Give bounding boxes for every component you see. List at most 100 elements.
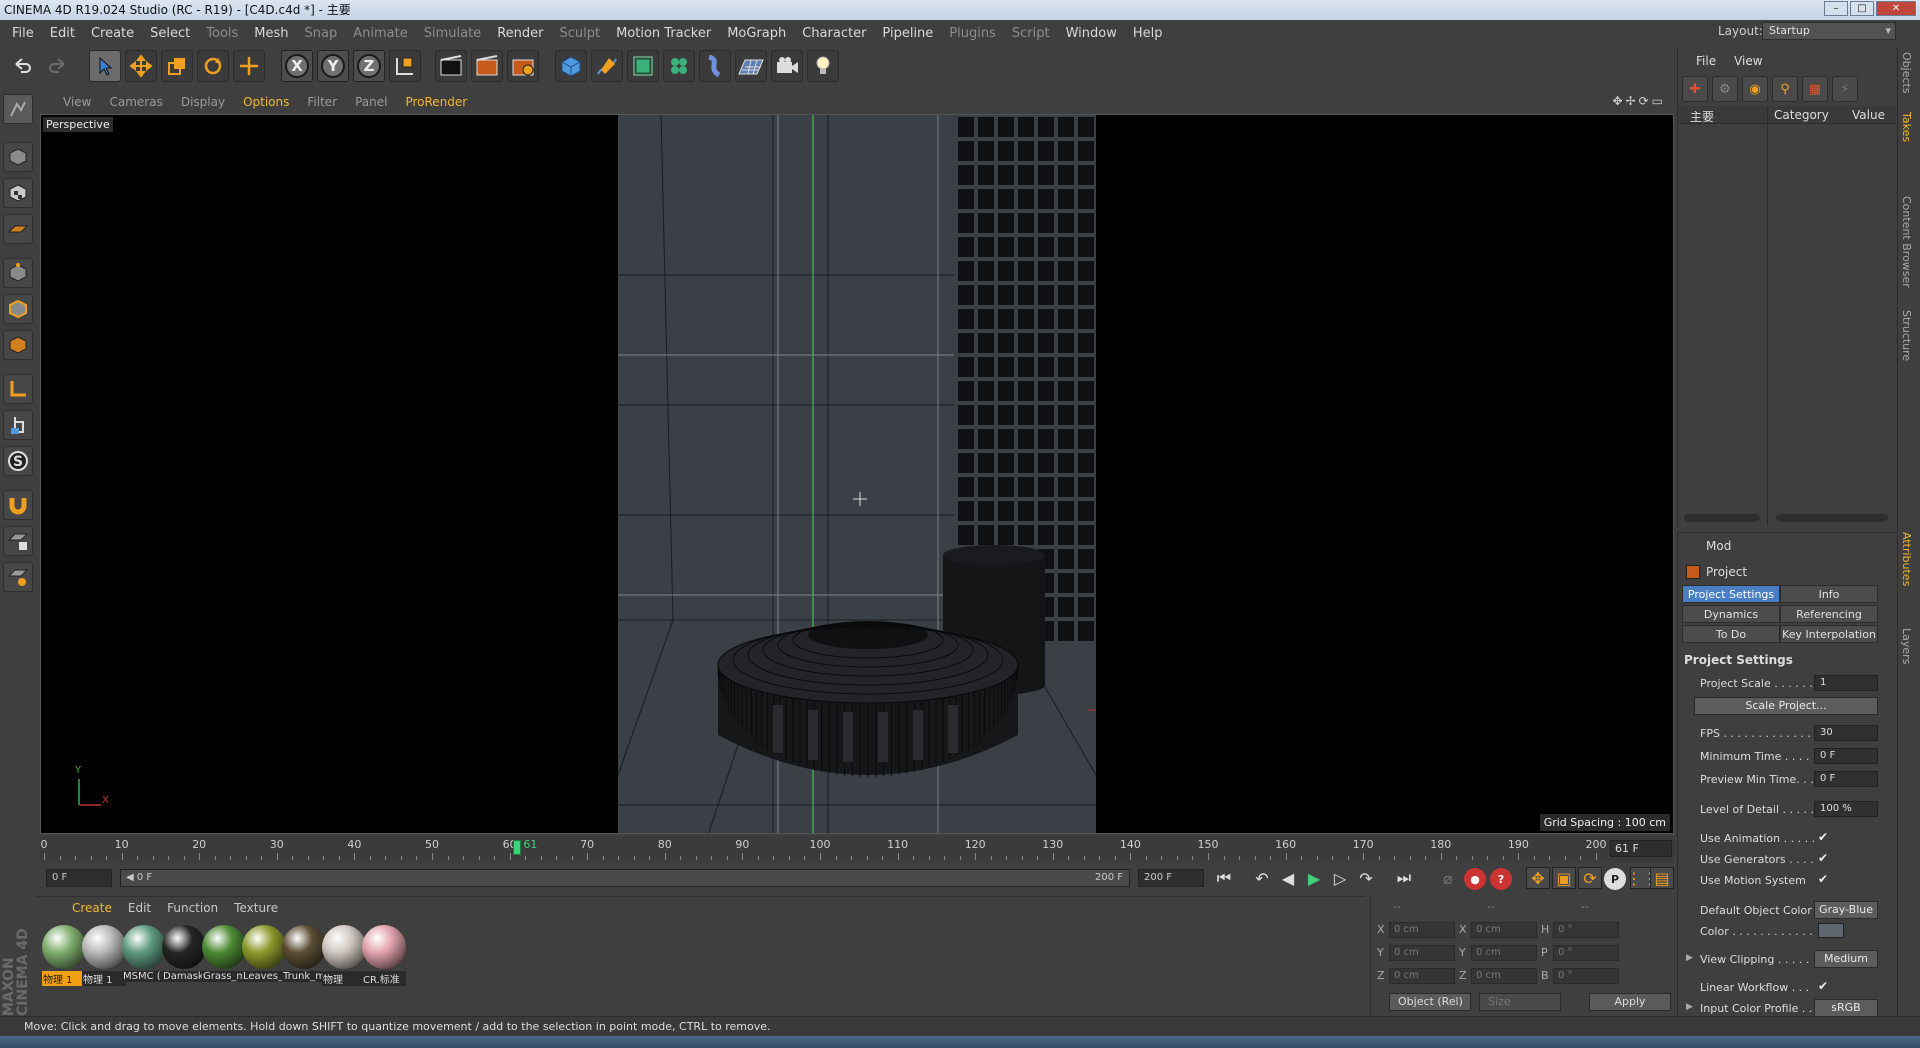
menu-mograph[interactable]: MoGraph	[719, 26, 794, 41]
render-take-icon[interactable]: ▦	[1802, 76, 1828, 102]
material-item[interactable]: 物理	[322, 925, 366, 986]
om-column-divider[interactable]	[1767, 106, 1768, 526]
attr-tab-key-interpolation[interactable]: Key Interpolation	[1780, 625, 1878, 643]
viewport-menu-filter[interactable]: Filter	[298, 95, 346, 109]
viewport-menu-cameras[interactable]: Cameras	[100, 95, 171, 109]
menu-edit[interactable]: Edit	[42, 26, 83, 41]
side-tab-structure[interactable]: Structure	[1900, 310, 1913, 361]
key-rotation-icon[interactable]: ⟳	[1578, 867, 1602, 889]
attr-tab-info[interactable]: Info	[1780, 585, 1878, 603]
coordinate-system-icon[interactable]	[389, 50, 421, 82]
timeline-playhead[interactable]	[513, 840, 522, 855]
material-item[interactable]: Leaves_	[242, 925, 286, 983]
viewport-3d[interactable]: Perspective Y X Grid Spacing: 100 cm	[40, 114, 1674, 834]
menu-motion-tracker[interactable]: Motion Tracker	[608, 26, 719, 41]
attr-tab-to-do[interactable]: To Do	[1682, 625, 1780, 643]
end-frame-field[interactable]: 200 F	[1138, 869, 1204, 887]
minimize-button[interactable]: –	[1824, 1, 1848, 16]
magnet-icon[interactable]	[3, 490, 33, 520]
material-menu-edit[interactable]: Edit	[120, 901, 159, 915]
render-picture-viewer-icon[interactable]	[471, 50, 503, 82]
render-view-icon[interactable]	[435, 50, 467, 82]
menu-animate[interactable]: Animate	[345, 26, 415, 41]
use-generators-checkbox[interactable]: ✔	[1818, 851, 1828, 865]
workplane-mode-icon[interactable]	[3, 214, 33, 244]
fps-field[interactable]: 30	[1814, 725, 1878, 741]
deformer-icon[interactable]	[699, 50, 731, 82]
timeline-ruler[interactable]: 0 10 20 30 40 50 60 70 80 90 100 110 120 130 140 150 160…	[40, 836, 1674, 862]
z-axis-icon[interactable]: Z	[353, 50, 385, 82]
coord-value-field[interactable]: 0 cm	[1389, 945, 1455, 961]
menu-sculpt[interactable]: Sculpt	[551, 26, 608, 41]
key-parameter-icon[interactable]: P	[1604, 868, 1626, 890]
workplane-lock-icon[interactable]	[3, 526, 33, 556]
y-axis-icon[interactable]: Y	[317, 50, 349, 82]
coord-value-field[interactable]: 0 °	[1553, 922, 1619, 938]
new-take-icon[interactable]: ✚	[1682, 76, 1708, 102]
material-item[interactable]: CR.标准	[362, 925, 406, 986]
menu-simulate[interactable]: Simulate	[416, 26, 489, 41]
key-scale-icon[interactable]: ▣	[1552, 867, 1576, 889]
menu-pipeline[interactable]: Pipeline	[874, 26, 941, 41]
menu-character[interactable]: Character	[794, 26, 874, 41]
menu-script[interactable]: Script	[1004, 26, 1058, 41]
tweak-mode-icon[interactable]	[3, 410, 33, 440]
viewport-menu-view[interactable]: View	[54, 95, 100, 109]
timeline-settings-icon[interactable]: ▤	[1650, 867, 1674, 889]
menu-select[interactable]: Select	[142, 26, 198, 41]
color-swatch[interactable]	[1818, 923, 1844, 938]
material-item[interactable]: Damask	[162, 925, 206, 983]
om-menu-file[interactable]: File	[1696, 54, 1716, 68]
coord-value-field[interactable]: 0 cm	[1471, 968, 1537, 984]
autokey-icon[interactable]: ?	[1490, 868, 1512, 890]
start-frame-field[interactable]: 0 F	[46, 869, 112, 887]
transform-icon[interactable]	[233, 50, 265, 82]
input-profile-expand-icon[interactable]: ▶	[1686, 1002, 1693, 1012]
om-scrollbar-right[interactable]	[1776, 514, 1888, 522]
viewport-menu-display[interactable]: Display	[172, 95, 234, 109]
redo-icon[interactable]	[42, 50, 74, 82]
view-clipping-select[interactable]: Medium	[1814, 950, 1878, 968]
next-key-icon[interactable]: ↷	[1354, 867, 1378, 889]
frame-range-slider[interactable]: ◀ 0 F 200 F	[120, 869, 1130, 887]
view-clipping-expand-icon[interactable]: ▶	[1686, 953, 1693, 963]
render-settings-icon[interactable]	[507, 50, 539, 82]
planar-workplane-icon[interactable]	[3, 562, 33, 592]
select-icon[interactable]	[89, 50, 121, 82]
use-animation-checkbox[interactable]: ✔	[1818, 830, 1828, 844]
undo-icon[interactable]	[6, 50, 38, 82]
material-item[interactable]: Grass_m	[202, 925, 246, 983]
move-icon[interactable]	[125, 50, 157, 82]
use-motion-checkbox[interactable]: ✔	[1818, 872, 1828, 886]
menu-mesh[interactable]: Mesh	[246, 26, 296, 41]
points-mode-icon[interactable]	[3, 258, 33, 288]
previous-key-icon[interactable]: ↶	[1250, 867, 1274, 889]
floor-icon[interactable]	[735, 50, 767, 82]
texture-mode-icon[interactable]	[3, 178, 33, 208]
material-item[interactable]: MSMC (	[122, 925, 166, 983]
apply-button[interactable]: Apply	[1589, 993, 1671, 1011]
material-item[interactable]: Trunk_m	[282, 925, 326, 983]
layout-select[interactable]: Startup	[1762, 22, 1896, 40]
material-menu-function[interactable]: Function	[159, 901, 226, 915]
linear-workflow-checkbox[interactable]: ✔	[1818, 979, 1828, 993]
light-icon[interactable]	[807, 50, 839, 82]
material-item[interactable]: 物理 1	[82, 925, 126, 986]
viewport-menu-prorender[interactable]: ProRender	[396, 95, 476, 109]
go-to-end-icon[interactable]: ⏭	[1392, 867, 1416, 889]
coord-size-select[interactable]: Size	[1479, 993, 1561, 1011]
auto-take-icon[interactable]: ◉	[1742, 76, 1768, 102]
scale-project-button[interactable]: Scale Project...	[1694, 697, 1878, 715]
x-axis-icon[interactable]: X	[281, 50, 313, 82]
rotate-icon[interactable]	[197, 50, 229, 82]
menu-create[interactable]: Create	[83, 26, 142, 41]
model-mode-icon[interactable]	[3, 142, 33, 172]
menu-render[interactable]: Render	[489, 26, 551, 41]
current-frame-field[interactable]: 61 F	[1610, 840, 1672, 857]
viewport-nav-icons[interactable]: ✥✢⟳▭	[1612, 94, 1666, 108]
coord-value-field[interactable]: 0 cm	[1389, 968, 1455, 984]
side-tab-attributes[interactable]: Attributes	[1900, 532, 1913, 586]
material-item[interactable]: 物理 1	[42, 925, 86, 986]
cloner-icon[interactable]	[663, 50, 695, 82]
cube-icon[interactable]	[555, 50, 587, 82]
